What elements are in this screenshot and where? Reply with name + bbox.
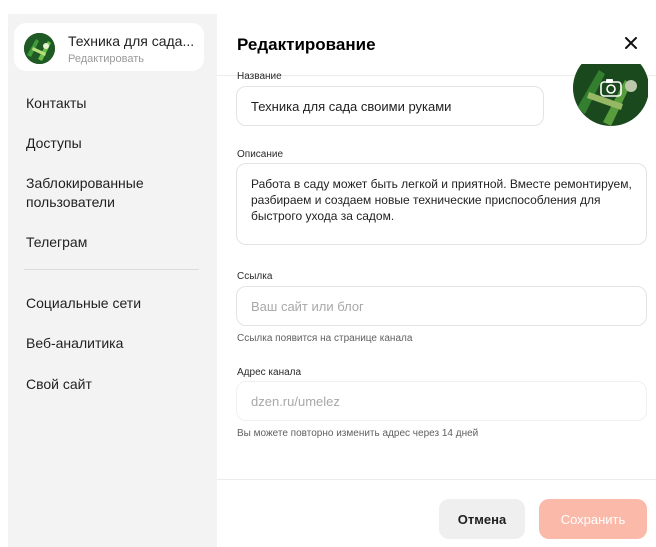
- channel-card[interactable]: Техника для сада... Редактировать: [14, 23, 204, 71]
- address-label: Адрес канала: [237, 367, 302, 378]
- app-root: Техника для сада... Редактировать Контак…: [0, 0, 656, 547]
- sidebar-item-telegram[interactable]: Телеграм: [26, 233, 87, 252]
- address-value: dzen.ru/umelez: [251, 393, 340, 409]
- address-hint: Вы можете повторно изменить адрес через …: [237, 428, 479, 439]
- address-input[interactable]: dzen.ru/umelez: [236, 381, 647, 421]
- sidebar-item-own-site[interactable]: Свой сайт: [26, 375, 92, 394]
- sidebar-item-web-analytics[interactable]: Веб-аналитика: [26, 334, 123, 353]
- edit-panel: Редактирование Название Техника для сада…: [217, 0, 656, 547]
- save-button[interactable]: Сохранить: [539, 499, 647, 539]
- sidebar-divider: [24, 269, 199, 270]
- description-label: Описание: [237, 149, 284, 160]
- sidebar: Техника для сада... Редактировать Контак…: [8, 14, 217, 547]
- link-hint: Ссылка появится на странице канала: [237, 333, 413, 344]
- name-value: Техника для сада своими руками: [251, 98, 452, 114]
- sidebar-item-social-networks[interactable]: Социальные сети: [26, 294, 141, 313]
- description-value: Работа в саду может быть легкой и приятн…: [251, 177, 632, 223]
- link-input[interactable]: Ваш сайт или блог: [236, 286, 647, 326]
- name-field[interactable]: Техника для сада своими руками: [236, 86, 544, 126]
- link-placeholder: Ваш сайт или блог: [251, 298, 364, 314]
- page-title: Редактирование: [237, 35, 376, 54]
- sidebar-item-blocked-users[interactable]: Заблокированные пользователи: [26, 174, 176, 212]
- cancel-button[interactable]: Отмена: [439, 499, 525, 539]
- channel-title: Техника для сада...: [68, 33, 195, 49]
- link-label: Ссылка: [237, 271, 273, 282]
- avatar: [24, 33, 55, 64]
- sidebar-item-contacts[interactable]: Контакты: [26, 94, 86, 113]
- description-field[interactable]: Работа в саду может быть легкой и приятн…: [236, 163, 647, 245]
- footer-divider: [217, 479, 656, 480]
- sidebar-item-access[interactable]: Доступы: [26, 134, 82, 153]
- channel-edit-link[interactable]: Редактировать: [68, 52, 194, 66]
- channel-avatar-upload[interactable]: [573, 64, 648, 126]
- close-icon[interactable]: [620, 32, 642, 54]
- name-label: Название: [237, 71, 282, 82]
